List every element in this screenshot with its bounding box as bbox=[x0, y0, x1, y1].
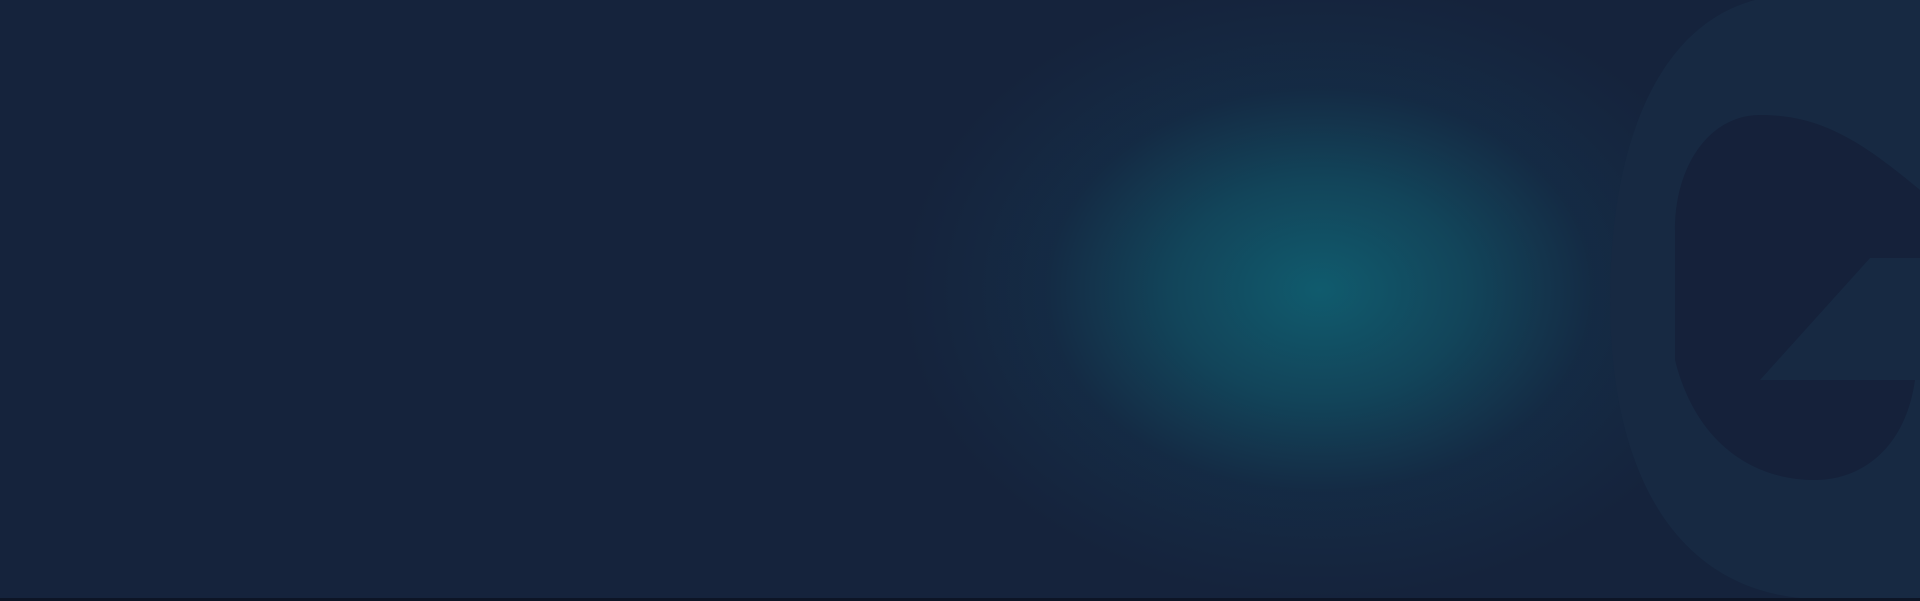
hero-banner bbox=[0, 0, 1920, 598]
partial-letter-g-icon bbox=[1610, 0, 1920, 598]
